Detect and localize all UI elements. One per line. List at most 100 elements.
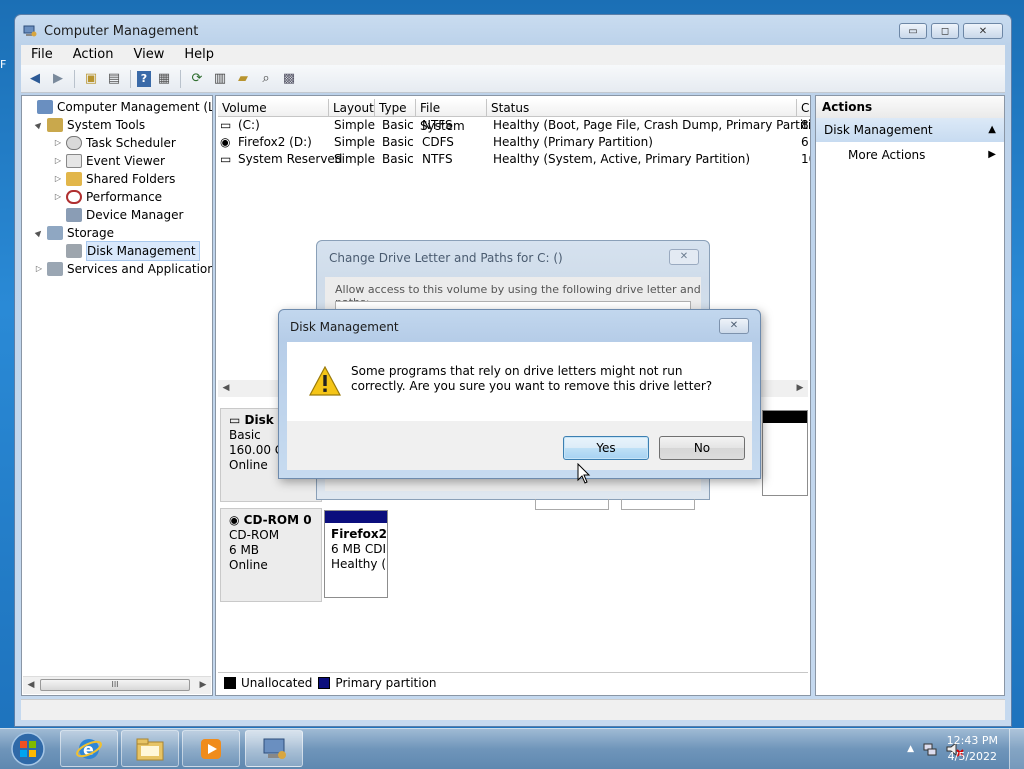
up-icon[interactable]: ▣ — [81, 69, 101, 89]
column-capacity[interactable]: C — [797, 99, 810, 117]
export-icon[interactable]: ▥ — [210, 69, 230, 89]
title-bar[interactable]: Computer Management ▭ ◻ ✕ — [15, 15, 1011, 45]
volume-type: Basic — [382, 118, 414, 132]
expand-arrow-icon[interactable]: ▷ — [34, 260, 44, 278]
disk-status: Online — [229, 558, 268, 572]
scroll-right-icon[interactable]: ▶ — [195, 677, 211, 694]
volume-name: (C:) — [238, 118, 260, 132]
column-type[interactable]: Type — [375, 99, 416, 117]
scroll-left-icon[interactable]: ◀ — [218, 380, 234, 397]
menu-bar: File Action View Help — [21, 45, 1005, 65]
collapse-arrow-icon[interactable]: ▲ — [29, 115, 49, 135]
volume-status: Healthy (Boot, Page File, Crash Dump, Pr… — [493, 118, 811, 132]
search-icon[interactable]: ⌕ — [256, 69, 276, 89]
show-desktop-button[interactable] — [1009, 729, 1024, 769]
column-status[interactable]: Status — [487, 99, 797, 117]
menu-help[interactable]: Help — [174, 45, 224, 65]
status-bar — [21, 699, 1005, 720]
tree-item-disk-management[interactable]: Disk Management — [53, 241, 200, 261]
dialog-button-hidden[interactable] — [535, 499, 609, 510]
column-file-system[interactable]: File System — [416, 99, 487, 133]
partition-legend: Unallocated Primary partition — [218, 672, 808, 693]
tree-item-shared-folders[interactable]: ▷ Shared Folders — [53, 170, 175, 188]
scroll-right-icon[interactable]: ▶ — [792, 380, 808, 397]
dialog-title: Change Drive Letter and Paths for C: () — [329, 251, 563, 265]
partition-size: 6 MB CDI — [331, 542, 387, 556]
show-hide-tree-icon[interactable]: ▤ — [104, 69, 124, 89]
volume-row[interactable]: ▭ System Reserved Simple Basic NTFS Heal… — [216, 151, 810, 168]
actions-pane: Actions Disk Management ▲ More Actions ▶ — [815, 95, 1005, 696]
volume-capacity: 10 — [801, 152, 810, 166]
tree-item-device-manager[interactable]: Device Manager — [53, 206, 183, 224]
actions-section-label: Disk Management — [824, 123, 933, 137]
partition-name: Firefox2 — [331, 527, 387, 541]
tree-item-system-tools[interactable]: ▲ System Tools — [34, 116, 145, 134]
volume-layout: Simple — [334, 135, 375, 149]
minimize-button[interactable]: ▭ — [899, 23, 927, 39]
start-button[interactable] — [3, 731, 53, 767]
column-volume[interactable]: Volume — [218, 99, 329, 117]
volume-capacity: 6 — [801, 135, 809, 149]
cdrom-0-label[interactable]: ◉ CD-ROM 0 CD-ROM 6 MB Online — [220, 508, 322, 602]
network-icon[interactable] — [922, 741, 938, 757]
tree-item-label: Shared Folders — [86, 172, 176, 186]
show-hidden-icons-icon[interactable]: ▲ — [907, 744, 914, 754]
more-actions-item[interactable]: More Actions ▶ — [816, 144, 1004, 166]
no-button[interactable]: No — [659, 436, 745, 460]
tree-item-services-applications[interactable]: ▷ Services and Applications — [34, 260, 212, 278]
properties-icon[interactable]: ▦ — [154, 69, 174, 89]
open-icon[interactable]: ▰ — [233, 69, 253, 89]
collapse-arrow-icon[interactable]: ▲ — [29, 223, 49, 243]
mouse-cursor-icon — [577, 463, 591, 484]
menu-view[interactable]: View — [123, 45, 174, 65]
volume-type: Basic — [382, 152, 414, 166]
tree-horizontal-scrollbar[interactable]: ◀ III ▶ — [23, 676, 211, 694]
windows-explorer-icon[interactable] — [121, 730, 179, 767]
actions-section-disk-management[interactable]: Disk Management ▲ — [816, 118, 1004, 142]
internet-explorer-icon[interactable]: e — [60, 730, 118, 767]
yes-button[interactable]: Yes — [563, 436, 649, 460]
scroll-left-icon[interactable]: ◀ — [23, 677, 39, 694]
help-icon[interactable]: ? — [137, 70, 151, 87]
tree-item-event-viewer[interactable]: ▷ Event Viewer — [53, 152, 165, 170]
refresh-icon[interactable]: ⟳ — [187, 69, 207, 89]
performance-icon — [66, 190, 82, 204]
cdrom-partition[interactable]: Firefox2 6 MB CDI Healthy ( — [324, 510, 388, 598]
volume-fs: NTFS — [422, 118, 453, 132]
back-icon[interactable]: ◀ — [25, 69, 45, 89]
tree-item-label: Task Scheduler — [86, 136, 176, 150]
dialog-title: Disk Management — [290, 320, 399, 334]
expand-arrow-icon[interactable]: ▷ — [53, 170, 63, 188]
close-icon[interactable]: ✕ — [669, 249, 699, 265]
clock-icon — [66, 136, 82, 150]
volume-fs: NTFS — [422, 152, 453, 166]
forward-icon[interactable]: ▶ — [48, 69, 68, 89]
settings-icon[interactable]: ▩ — [279, 69, 299, 89]
tree-item-storage[interactable]: ▲ Storage — [34, 224, 114, 242]
scroll-thumb[interactable]: III — [40, 679, 190, 691]
drive-icon: ▭ — [220, 152, 232, 166]
tree-item-task-scheduler[interactable]: ▷ Task Scheduler — [53, 134, 176, 152]
volume-row[interactable]: ◉ Firefox2 (D:) Simple Basic CDFS Health… — [216, 134, 810, 151]
media-player-icon[interactable] — [182, 730, 240, 767]
partition-status: Healthy ( — [331, 557, 387, 571]
tree-item-performance[interactable]: ▷ Performance — [53, 188, 162, 206]
volume-row[interactable]: ▭ (C:) Simple Basic NTFS Healthy (Boot, … — [216, 117, 811, 134]
partition-color-bar — [763, 411, 807, 423]
menu-file[interactable]: File — [21, 45, 63, 65]
expand-arrow-icon[interactable]: ▷ — [53, 188, 63, 206]
computer-management-icon[interactable] — [245, 730, 303, 767]
column-layout[interactable]: Layout — [329, 99, 375, 117]
expand-arrow-icon[interactable]: ▷ — [53, 134, 63, 152]
system-clock[interactable]: 12:43 PM 4/5/2022 — [947, 733, 998, 765]
disk-0-partition[interactable] — [762, 410, 808, 496]
collapse-arrow-icon[interactable]: ▲ — [988, 118, 996, 142]
tree-item-computer-management[interactable]: Computer Management (Local — [24, 98, 212, 116]
expand-arrow-icon[interactable]: ▷ — [53, 152, 63, 170]
close-icon[interactable]: ✕ — [719, 318, 749, 334]
dialog-button-hidden[interactable] — [621, 499, 695, 510]
volume-name: Firefox2 (D:) — [238, 135, 312, 149]
maximize-button[interactable]: ◻ — [931, 23, 959, 39]
close-button[interactable]: ✕ — [963, 23, 1003, 39]
menu-action[interactable]: Action — [63, 45, 124, 65]
